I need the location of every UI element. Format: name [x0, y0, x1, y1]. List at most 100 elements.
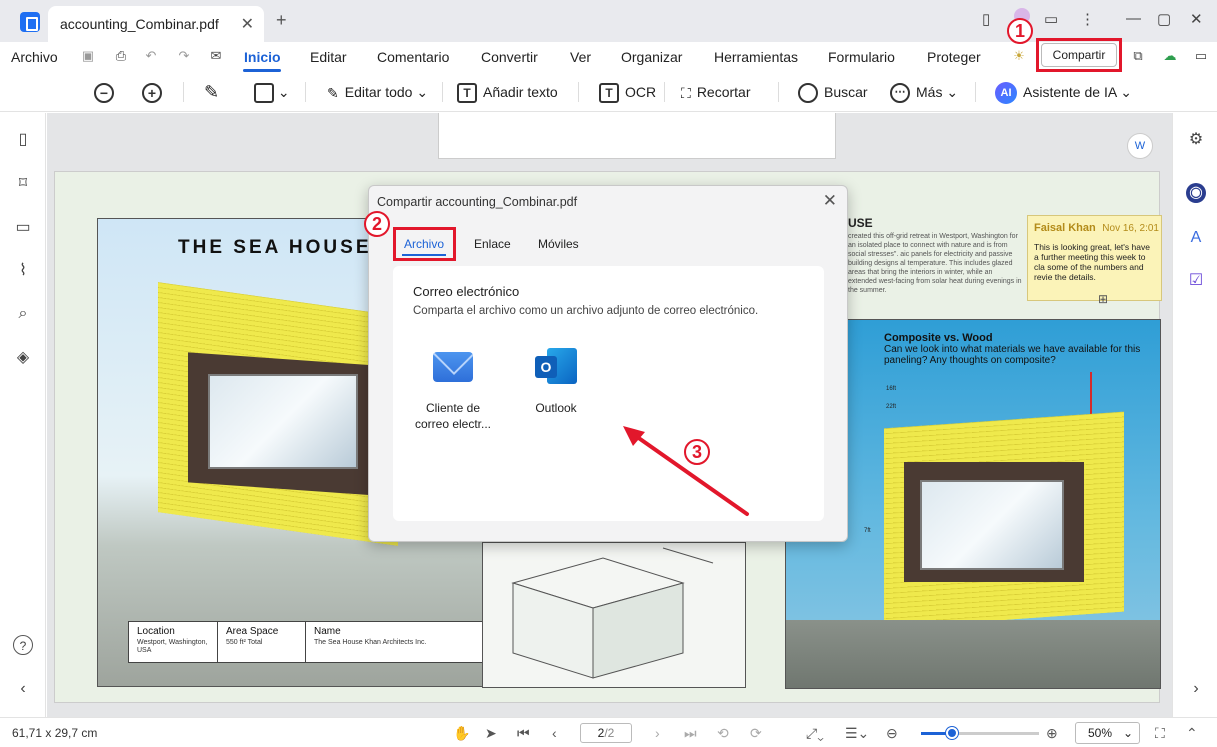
close-tab-icon[interactable]: ✕: [241, 14, 254, 34]
rotate-left-icon[interactable]: ⟲: [717, 725, 729, 742]
zoom-out-icon: −: [94, 83, 114, 104]
isometric-drawing: [482, 542, 746, 688]
divider: [778, 82, 779, 102]
properties-icon[interactable]: ⚙: [1186, 130, 1206, 150]
shape-button[interactable]: ⌄: [254, 81, 290, 104]
comment-note[interactable]: Faisal Khan Nov 16, 2:01 This is looking…: [1027, 215, 1162, 301]
search-button[interactable]: Buscar: [798, 81, 868, 104]
hand-tool-icon[interactable]: ✋: [453, 725, 470, 742]
undo-icon[interactable]: ↶: [143, 48, 159, 64]
lightbulb-icon[interactable]: ☀: [1011, 48, 1027, 64]
zoom-select[interactable]: 50% ⌄: [1075, 722, 1140, 744]
network-icon[interactable]: ⧉: [1130, 48, 1146, 64]
previous-page-icon[interactable]: ‹: [552, 725, 557, 741]
layers-icon[interactable]: ◈: [13, 348, 33, 368]
mail-icon[interactable]: ✉: [208, 48, 224, 64]
close-window-icon[interactable]: ✕: [1190, 10, 1203, 28]
zoom-slider-handle[interactable]: [945, 727, 958, 739]
divider: [183, 82, 184, 102]
redo-icon[interactable]: ↷: [176, 48, 192, 64]
highlighter-button[interactable]: ✎: [204, 81, 219, 103]
tab-moviles[interactable]: Móviles: [538, 237, 579, 251]
search-panel-icon[interactable]: ⌕: [13, 304, 33, 324]
panel-icon[interactable]: ▭: [1193, 48, 1209, 64]
title-bar: accounting_Combinar.pdf ✕ + ▯ ▭ ⋮ — ▢ ✕: [0, 0, 1217, 42]
collapse-right-icon[interactable]: ›: [1186, 679, 1206, 699]
ai-assistant-button[interactable]: AI Asistente de IA ⌄: [995, 81, 1132, 105]
phone-icon[interactable]: ▯: [982, 10, 990, 28]
zoom-out-small-icon[interactable]: ⊖: [886, 725, 898, 742]
expand-up-icon[interactable]: ⌃: [1186, 725, 1198, 742]
info-value: Westport, Washington, USA: [137, 639, 208, 654]
mail-client-option[interactable]: Cliente de correo electr...: [408, 352, 498, 432]
minimize-icon[interactable]: —: [1126, 10, 1141, 27]
menu-archivo[interactable]: Archivo: [11, 49, 58, 65]
more-button[interactable]: ⋯ Más ⌄: [890, 81, 958, 104]
select-tool-icon[interactable]: ➤: [485, 725, 497, 742]
divider: [578, 82, 579, 102]
add-text-label: Añadir texto: [483, 84, 558, 100]
attachment-icon[interactable]: ⌇: [13, 261, 33, 281]
dialog-body: Correo electrónico Comparta el archivo c…: [393, 266, 824, 521]
add-text-button[interactable]: T Añadir texto: [457, 81, 558, 104]
comment-icon[interactable]: ▭: [13, 218, 33, 238]
edit-all-button[interactable]: ✎ Editar todo ⌄: [327, 81, 428, 103]
help-icon[interactable]: ?: [13, 635, 33, 655]
last-page-icon[interactable]: ⏭: [684, 725, 697, 742]
more-label: Más: [916, 84, 943, 100]
first-page-icon[interactable]: ⏮: [517, 725, 530, 742]
outlook-icon: O: [535, 348, 577, 386]
checklist-icon[interactable]: ☑: [1186, 271, 1206, 291]
document-tab[interactable]: accounting_Combinar.pdf ✕: [48, 6, 264, 42]
page-number-field[interactable]: 2/2: [580, 723, 632, 743]
active-menu-indicator: [243, 69, 281, 72]
save-icon[interactable]: ▣: [80, 48, 96, 64]
zoom-in-button[interactable]: +: [142, 81, 162, 104]
step-3-badge: 3: [684, 439, 710, 465]
zoom-in-small-icon[interactable]: ⊕: [1046, 725, 1058, 742]
menu-comentario[interactable]: Comentario: [377, 49, 449, 65]
menu-organizar[interactable]: Organizar: [621, 49, 682, 65]
translate-icon[interactable]: A: [1186, 228, 1206, 248]
word-convert-icon[interactable]: W: [1127, 133, 1153, 159]
share-button[interactable]: Compartir: [1041, 43, 1117, 67]
menu-ver[interactable]: Ver: [570, 49, 591, 65]
menu-inicio[interactable]: Inicio: [244, 49, 281, 65]
right-heading: USE: [848, 216, 873, 230]
step-1-badge: 1: [1007, 18, 1033, 44]
next-page-icon[interactable]: ›: [655, 725, 660, 741]
page-layout-icon[interactable]: ☰⌄: [845, 725, 869, 742]
section-title: Correo electrónico: [413, 284, 520, 299]
rotate-right-icon[interactable]: ⟳: [750, 725, 762, 742]
more-vertical-icon[interactable]: ⋮: [1080, 10, 1095, 28]
print-icon[interactable]: ⎙: [113, 48, 129, 64]
archivo-highlight-box: [393, 227, 456, 261]
collapse-left-icon[interactable]: ‹: [13, 679, 33, 699]
menu-editar[interactable]: Editar: [310, 49, 347, 65]
fullscreen-icon[interactable]: ⛶: [1155, 725, 1165, 742]
menu-proteger[interactable]: Proteger: [927, 49, 981, 65]
info-area: Area Space 550 ft² Total: [217, 622, 305, 662]
cloud-sync-icon[interactable]: ☁: [1162, 48, 1178, 64]
expand-note-icon[interactable]: ⊞: [1098, 292, 1108, 306]
zoom-slider[interactable]: [921, 727, 1039, 739]
dialog-close-icon[interactable]: ✕: [823, 191, 837, 211]
fit-page-icon[interactable]: ⤢⌄: [806, 725, 824, 742]
outlook-option[interactable]: O Outlook: [511, 348, 601, 416]
section-description: Comparta el archivo como un archivo adju…: [413, 305, 759, 317]
menu-herramientas[interactable]: Herramientas: [714, 49, 798, 65]
tab-enlace[interactable]: Enlace: [474, 237, 511, 251]
info-location: Location Westport, Washington, USA: [129, 622, 217, 662]
maximize-icon[interactable]: ▢: [1157, 10, 1171, 28]
feedback-icon[interactable]: ▭: [1044, 10, 1058, 28]
ocr-button[interactable]: T OCR: [599, 81, 656, 104]
bookmark-icon[interactable]: ⌑: [13, 174, 33, 194]
ai-robot-icon[interactable]: ◉: [1186, 183, 1206, 203]
menu-formulario[interactable]: Formulario: [828, 49, 895, 65]
new-tab-icon[interactable]: +: [276, 10, 287, 31]
page-thumbnails-icon[interactable]: ▯: [13, 130, 33, 150]
menu-convertir[interactable]: Convertir: [481, 49, 538, 65]
zoom-out-button[interactable]: −: [94, 81, 114, 104]
house-window: [208, 374, 358, 469]
crop-button[interactable]: ⛶ Recortar: [681, 81, 751, 103]
